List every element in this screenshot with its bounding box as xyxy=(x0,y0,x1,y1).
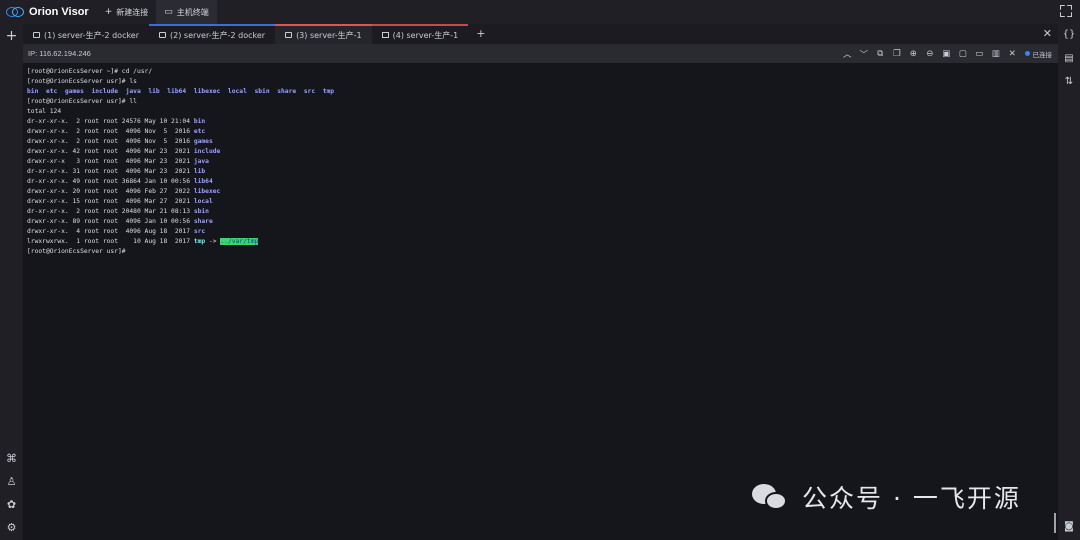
zoom-in-icon[interactable]: ⊕ xyxy=(905,49,922,59)
file-name: etc xyxy=(193,128,206,135)
terminal-line: drwxr-xr-x. 2 root root 4096 Nov 5 2016 … xyxy=(27,128,206,135)
terminal-header: IP: 116.62.194.246 ︿ ﹀ ⧉ ❐ ⊕ ⊖ ▣ ▢ ▭ ▥ ✕… xyxy=(23,44,1058,63)
file-name: share xyxy=(193,218,213,225)
terminal-line: drwxr-xr-x. 2 root root 4096 Nov 5 2016 … xyxy=(27,138,213,145)
disconnect-icon[interactable]: ✕ xyxy=(1004,49,1021,59)
terminal-icon xyxy=(33,32,40,38)
terminal-line: dr-xr-xr-x. 49 root root 36864 Jan 10 00… xyxy=(27,178,213,185)
title-bar: Orion Visor + 新建连接 ▭ 主机终端 xyxy=(0,0,1080,24)
top-tab-label: 主机终端 xyxy=(176,7,209,17)
terminal-line: [root@OrionEcsServer ~]# cd /usr/ xyxy=(27,68,153,75)
status-dot-icon xyxy=(1024,51,1030,56)
session-tab-label: (1) server-生产-2 docker xyxy=(44,30,140,40)
terminal-line: [root@OrionEcsServer usr]# xyxy=(27,248,126,255)
close-icon[interactable]: ✕ xyxy=(1043,27,1052,40)
terminal-line: drwxr-xr-x. 42 root root 4096 Mar 23 202… xyxy=(27,148,221,155)
status-label: 已连接 xyxy=(1032,50,1053,59)
copy-icon[interactable]: ❐ xyxy=(889,49,906,59)
screenshot-icon[interactable]: ◙ xyxy=(1058,520,1080,534)
trash-icon[interactable]: ▥ xyxy=(988,49,1005,59)
watermark: 公众号 · 一飞开源 xyxy=(752,479,1021,515)
terminal-line: drwxr-xr-x. 4 root root 4096 Aug 18 2017… xyxy=(27,228,206,235)
terminal-line: lrwxrwxrwx. 1 root root 10 Aug 18 2017 t… xyxy=(27,238,259,245)
file-name: games xyxy=(193,138,213,145)
file-name: libexec xyxy=(193,188,221,195)
terminal-line: total 124 xyxy=(27,108,62,115)
wechat-icon xyxy=(752,482,790,512)
gear-icon[interactable]: ⚙ xyxy=(0,521,23,535)
orion-logo-icon xyxy=(6,6,24,18)
select-all-icon[interactable]: ▣ xyxy=(938,49,955,59)
session-tab-1[interactable]: (1) server-生产-2 docker xyxy=(23,24,149,44)
folder-icon xyxy=(381,32,389,38)
session-tab-bar: (1) server-生产-2 docker (2) server-生产-2 d… xyxy=(23,24,1058,44)
terminal-line: [root@OrionEcsServer usr]# ll xyxy=(27,98,137,105)
palette-icon[interactable]: ✿ xyxy=(0,498,23,512)
session-tab-label: (2) server-生产-2 docker xyxy=(170,30,266,40)
app-brand: Orion Visor xyxy=(0,0,97,24)
terminal-line: drwxr-xr-x 3 root root 4096 Mar 23 2021 … xyxy=(27,158,209,165)
add-tab-button[interactable]: + xyxy=(468,24,493,44)
terminal-output[interactable]: [root@OrionEcsServer ~]# cd /usr/ [root@… xyxy=(23,63,1058,540)
file-name: lib64 xyxy=(193,178,213,185)
clear-icon[interactable]: ▢ xyxy=(955,49,972,59)
chevron-down-icon[interactable]: ﹀ xyxy=(856,48,873,60)
add-icon[interactable]: + xyxy=(0,29,23,43)
file-name: bin xyxy=(193,118,206,125)
terminal-line-ls: bin etc games include java lib lib64 lib… xyxy=(27,88,335,95)
paste-icon[interactable]: ⧉ xyxy=(872,49,889,59)
command-icon[interactable]: ⌘ xyxy=(0,452,23,466)
terminal-line: dr-xr-xr-x. 2 root root 20480 Mar 21 08:… xyxy=(27,208,209,215)
file-name: tmp xyxy=(193,238,206,245)
top-tab-new-connection[interactable]: + 新建连接 xyxy=(97,0,157,24)
terminal-icon xyxy=(285,32,293,38)
monitor-icon: ▭ xyxy=(164,7,173,17)
user-icon[interactable]: ♙ xyxy=(0,475,23,489)
session-tab-label: (4) server-生产-1 xyxy=(392,30,459,40)
scrollbar-thumb[interactable] xyxy=(1054,513,1056,533)
connection-status: 已连接 xyxy=(1024,49,1053,59)
chevron-up-icon[interactable]: ︿ xyxy=(839,48,856,60)
file-name: sbin xyxy=(193,208,209,215)
fullscreen-icon[interactable] xyxy=(1060,5,1072,17)
folder-open-icon[interactable]: ▭ xyxy=(971,49,988,59)
file-name: src xyxy=(193,228,206,235)
session-tab-label: (3) server-生产-1 xyxy=(296,30,362,40)
session-tab-4[interactable]: (4) server-生产-1 xyxy=(371,24,469,44)
braces-icon[interactable]: {} xyxy=(1058,28,1080,42)
top-tab-label: 新建连接 xyxy=(116,7,149,17)
terminal-icon xyxy=(159,32,167,38)
file-name: java xyxy=(193,158,209,165)
zoom-out-icon[interactable]: ⊖ xyxy=(922,49,939,59)
watermark-text: 公众号 · 一飞开源 xyxy=(802,484,1021,513)
left-sidebar: + ⌘ ♙ ✿ ⚙ xyxy=(0,24,23,540)
file-name: local xyxy=(193,198,213,205)
session-tab-2[interactable]: (2) server-生产-2 docker xyxy=(149,24,276,44)
session-tab-3[interactable]: (3) server-生产-1 xyxy=(275,24,372,44)
app-name: Orion Visor xyxy=(29,6,89,18)
snippet-icon[interactable]: ▤ xyxy=(1058,52,1080,66)
file-name: include xyxy=(193,148,221,155)
plus-icon: + xyxy=(104,7,113,17)
right-sidebar: {} ▤ ⇅ ◙ xyxy=(1058,24,1080,540)
host-ip: IP: 116.62.194.246 xyxy=(28,49,91,58)
file-name: lib xyxy=(193,168,206,175)
terminal-line: dr-xr-xr-x. 2 root root 24576 May 10 21:… xyxy=(27,118,206,125)
terminal-line: drwxr-xr-x. 20 root root 4096 Feb 27 202… xyxy=(27,188,221,195)
terminal-toolbar: ︿ ﹀ ⧉ ❐ ⊕ ⊖ ▣ ▢ ▭ ▥ ✕ 已连接 xyxy=(839,44,1052,63)
transfer-icon[interactable]: ⇅ xyxy=(1058,75,1080,89)
terminal-line: [root@OrionEcsServer usr]# ls xyxy=(27,78,137,85)
terminal-line: drwxr-xr-x. 15 root root 4096 Mar 27 202… xyxy=(27,198,213,205)
terminal-line: dr-xr-xr-x. 31 root root 4096 Mar 23 202… xyxy=(27,168,206,175)
top-tab-host-terminal[interactable]: ▭ 主机终端 xyxy=(156,0,217,24)
link-target: ../var/tmp xyxy=(220,238,259,245)
terminal-line: drwxr-xr-x. 89 root root 4096 Jan 10 00:… xyxy=(27,218,213,225)
